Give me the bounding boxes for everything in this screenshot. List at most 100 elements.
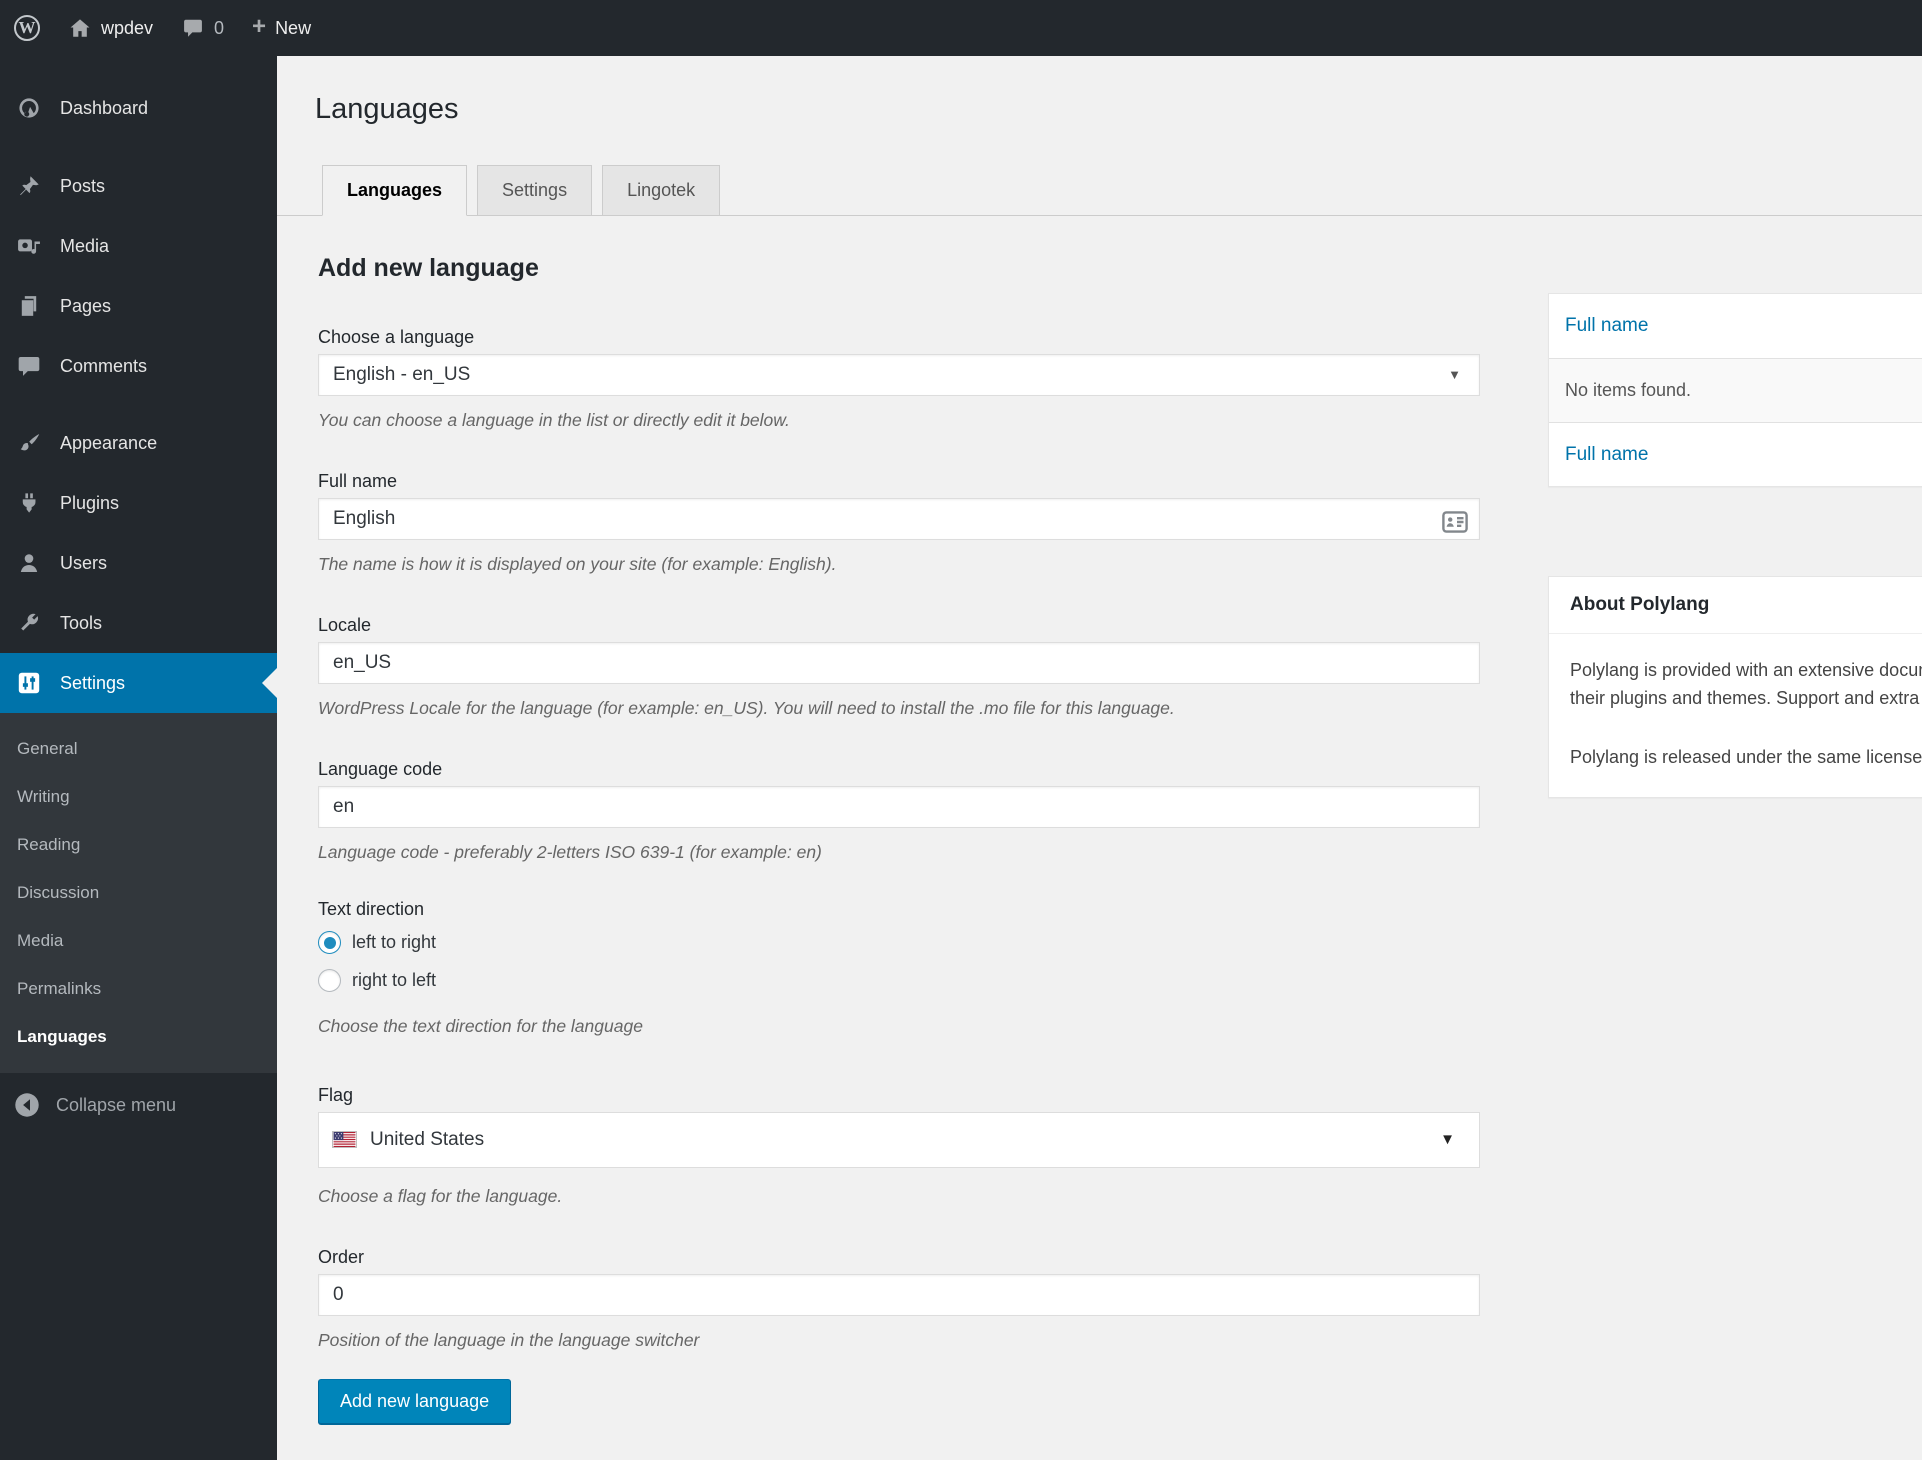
full-name-help: The name is how it is displayed on your … — [318, 553, 837, 574]
sidebar-item-media[interactable]: Media — [0, 216, 277, 276]
radio-rtl[interactable]: right to left — [318, 966, 1480, 996]
sidebar-item-comments[interactable]: Comments — [0, 336, 277, 396]
collapse-menu-label: Collapse menu — [56, 1094, 177, 1115]
dashboard-icon — [17, 96, 41, 120]
about-polylang-box: About Polylang Polylang is provided with… — [1548, 576, 1922, 798]
locale-help: WordPress Locale for the language (for e… — [318, 697, 1175, 718]
comments-menu[interactable]: 0 — [167, 0, 238, 56]
sidebar-item-users[interactable]: Users — [0, 533, 277, 593]
submenu-item-permalinks[interactable]: Permalinks — [0, 965, 277, 1013]
choose-language-help: You can choose a language in the list or… — [318, 409, 790, 430]
settings-icon — [17, 671, 41, 695]
pushpin-icon — [17, 174, 41, 198]
radio-ltr[interactable]: left to right — [318, 928, 1480, 958]
choose-language-selected-value: English - en_US — [333, 363, 471, 385]
nav-tabs: Languages Settings Lingotek — [277, 164, 1922, 216]
text-direction-help: Choose the text direction for the langua… — [318, 1015, 643, 1036]
plug-icon — [17, 491, 41, 515]
language-code-help: Language code - preferably 2-letters ISO… — [318, 841, 822, 862]
flag-help: Choose a flag for the language. — [318, 1185, 563, 1206]
full-name-input[interactable] — [318, 497, 1480, 540]
text-direction-label: Text direction — [318, 898, 425, 919]
site-name-label: wpdev — [101, 17, 154, 38]
radio-rtl-label: right to left — [352, 970, 437, 991]
new-content-menu[interactable]: + New — [238, 0, 325, 56]
comments-count: 0 — [214, 17, 225, 38]
language-code-input[interactable] — [318, 785, 1480, 828]
choose-language-label: Choose a language — [318, 326, 475, 347]
collapse-arrow-icon — [14, 1092, 40, 1118]
radio-ltr-label: left to right — [352, 932, 437, 953]
sidebar-item-dashboard[interactable]: Dashboard — [0, 80, 277, 136]
comment-icon — [17, 354, 41, 378]
admin-bar: W wpdev 0 + New — [0, 0, 1922, 56]
flag-selected-value: United States — [370, 1128, 485, 1150]
column-header-full-name[interactable]: Full name — [1565, 315, 1648, 337]
radio-ltr-control[interactable] — [318, 931, 341, 955]
flag-label: Flag — [318, 1084, 354, 1105]
about-polylang-body: Polylang is provided with an extensive d… — [1549, 634, 1922, 797]
submenu-item-writing[interactable]: Writing — [0, 773, 277, 821]
sidebar-item-pages[interactable]: Pages — [0, 276, 277, 336]
sidebar-item-label: Appearance — [60, 432, 158, 453]
about-polylang-title: About Polylang — [1549, 577, 1922, 634]
add-new-language-button[interactable]: Add new language — [318, 1378, 512, 1424]
sidebar-item-posts[interactable]: Posts — [0, 156, 277, 216]
menu-separator — [0, 396, 277, 413]
submenu-item-general[interactable]: General — [0, 725, 277, 773]
column-footer-full-name[interactable]: Full name — [1565, 444, 1648, 466]
submenu-item-languages[interactable]: Languages — [0, 1013, 277, 1061]
sidebar-item-label: Users — [60, 552, 108, 573]
collapse-menu-button[interactable]: Collapse menu — [0, 1081, 277, 1129]
section-heading: Add new language — [318, 253, 539, 282]
radio-rtl-control[interactable] — [318, 969, 341, 993]
submenu-item-reading[interactable]: Reading — [0, 821, 277, 869]
sidebar-item-label: Dashboard — [60, 97, 149, 118]
wordpress-menu[interactable]: W — [0, 0, 54, 56]
sidebar-item-tools[interactable]: Tools — [0, 593, 277, 653]
submenu-item-media[interactable]: Media — [0, 917, 277, 965]
sidebar-item-label: Tools — [60, 612, 103, 633]
full-name-label: Full name — [318, 470, 398, 491]
order-label: Order — [318, 1246, 365, 1267]
sidebar-item-plugins[interactable]: Plugins — [0, 473, 277, 533]
table-empty-row: No items found. — [1549, 358, 1922, 422]
about-text-line: their plugins and themes. Support and ex… — [1570, 688, 1922, 708]
sidebar-item-label: Settings — [60, 672, 126, 693]
menu-separator — [0, 136, 277, 156]
comment-bubble-icon — [181, 16, 205, 40]
sidebar-item-label: Comments — [60, 355, 148, 376]
site-name-menu[interactable]: wpdev — [54, 0, 167, 56]
locale-input[interactable] — [318, 641, 1480, 684]
flag-select[interactable]: United States ▼ — [318, 1111, 1480, 1168]
sidebar-item-label: Posts — [60, 175, 106, 196]
settings-submenu: General Writing Reading Discussion Media… — [0, 713, 277, 1073]
sidebar-item-label: Plugins — [60, 492, 120, 513]
vcard-icon — [1442, 510, 1468, 533]
table-header-row: Full name — [1549, 294, 1922, 358]
table-footer-row: Full name — [1549, 422, 1922, 486]
tab-settings[interactable]: Settings — [477, 164, 593, 216]
about-text-line: Polylang is provided with an extensive d… — [1570, 660, 1922, 680]
wordpress-logo-icon: W — [14, 15, 40, 41]
choose-language-select[interactable]: English - en_US ▼ — [318, 353, 1480, 396]
submenu-item-discussion[interactable]: Discussion — [0, 869, 277, 917]
tab-lingotek[interactable]: Lingotek — [602, 164, 721, 216]
language-code-label: Language code — [318, 758, 443, 779]
user-icon — [17, 551, 41, 575]
sidebar-item-settings[interactable]: Settings — [0, 653, 277, 713]
brush-icon — [17, 431, 41, 455]
pages-icon — [17, 294, 41, 318]
languages-list-column: Full name No items found. Full name Abou… — [1548, 293, 1922, 798]
chevron-down-icon: ▼ — [1448, 367, 1461, 383]
plus-icon: + — [252, 13, 267, 40]
sidebar-item-appearance[interactable]: Appearance — [0, 413, 277, 473]
chevron-down-icon: ▼ — [1440, 1131, 1455, 1149]
add-language-form: Add new language Choose a language Engli… — [318, 254, 1480, 1424]
tab-languages[interactable]: Languages — [322, 164, 468, 216]
languages-table: Full name No items found. Full name — [1548, 293, 1922, 487]
no-items-text: No items found. — [1565, 380, 1692, 400]
camera-icon — [17, 234, 41, 258]
wrench-icon — [17, 611, 41, 635]
order-input[interactable] — [318, 1273, 1480, 1316]
